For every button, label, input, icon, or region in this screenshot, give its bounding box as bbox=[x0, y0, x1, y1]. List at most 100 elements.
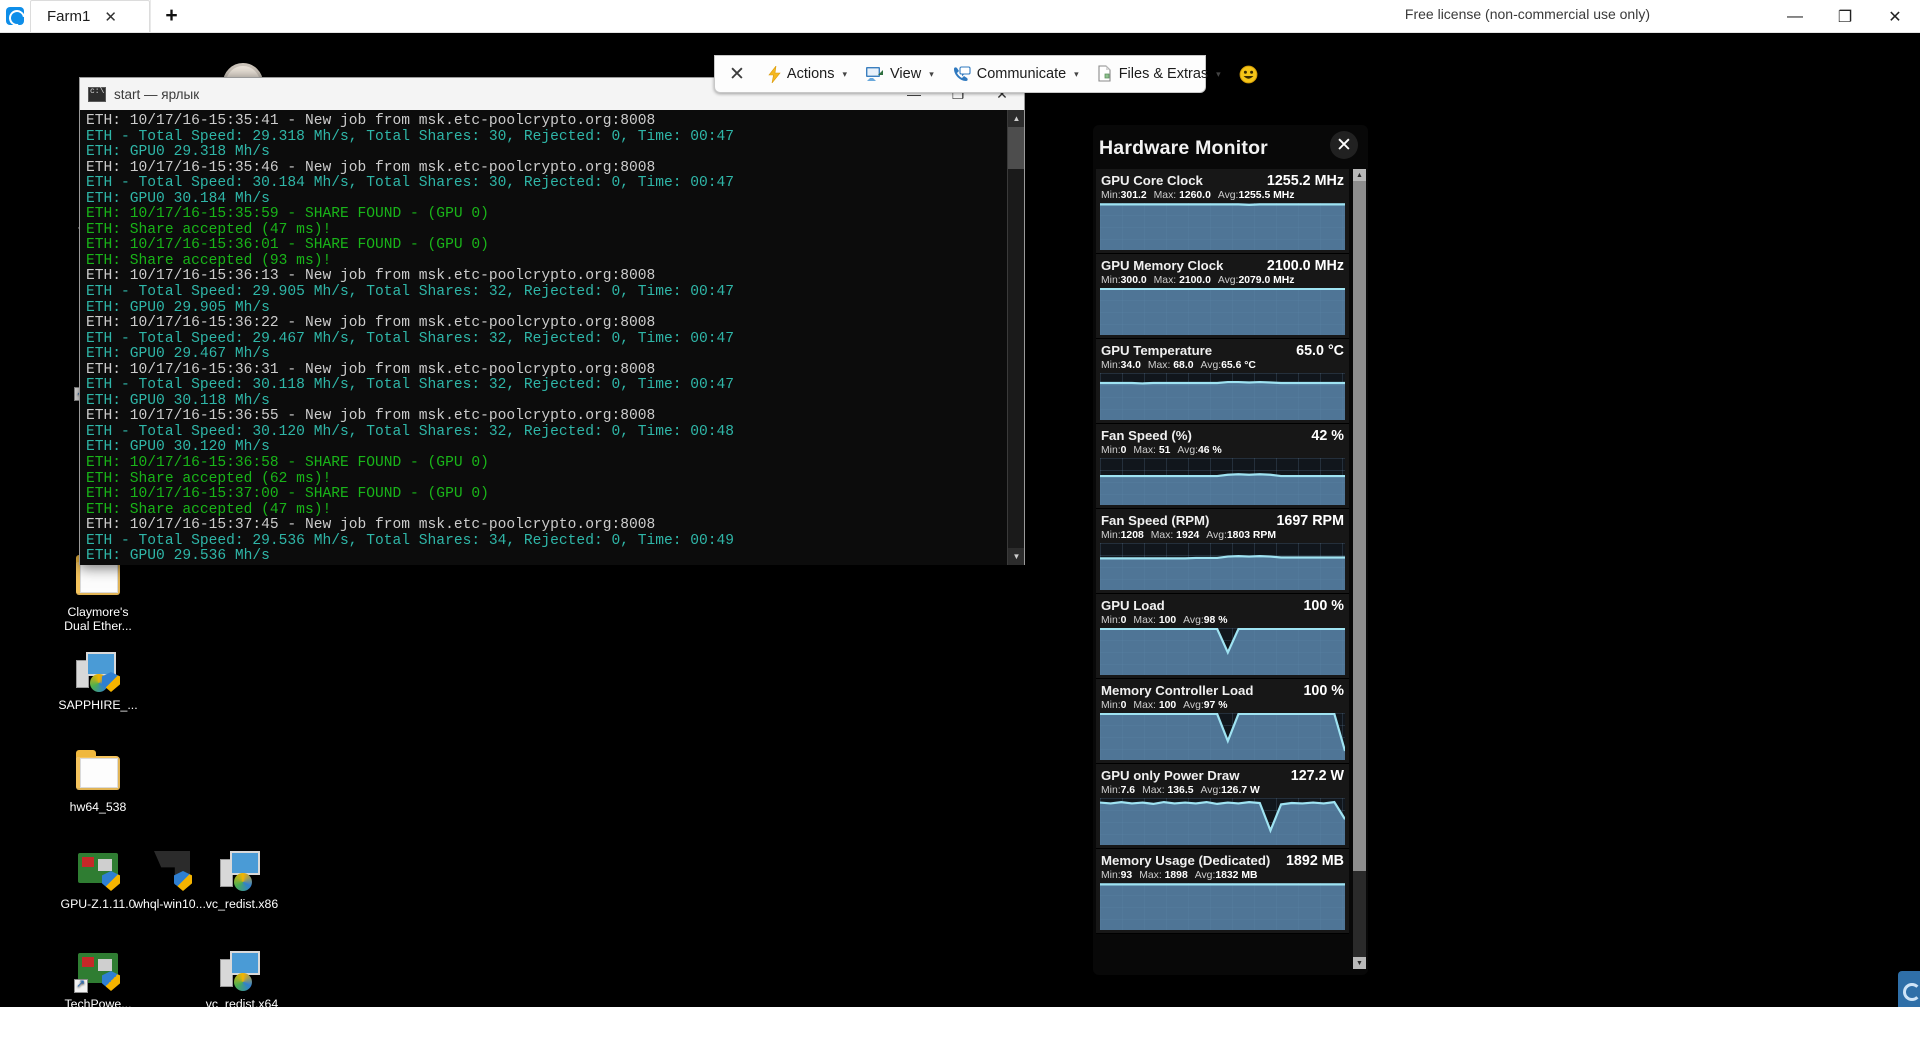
sensor-max: Max: 2100.0 bbox=[1153, 275, 1211, 286]
phone-chat-icon bbox=[953, 65, 971, 81]
teamviewer-side-tab[interactable] bbox=[1898, 971, 1920, 1007]
sensor-header: GPU Load 100 % bbox=[1096, 594, 1349, 614]
toolbar-actions-label: Actions bbox=[786, 66, 835, 82]
console-scroll-up-icon[interactable]: ▲ bbox=[1008, 110, 1024, 127]
sensor-item[interactable]: GPU Load 100 % Min:0 Max: 100 Avg:98 % bbox=[1096, 594, 1349, 679]
sensor-value: 2100.0 MHz bbox=[1266, 258, 1344, 274]
sensor-item[interactable]: GPU Temperature 65.0 °C Min:34.0 Max: 68.0 A… bbox=[1096, 339, 1349, 424]
sensor-value: 100 % bbox=[1303, 598, 1344, 614]
file-puzzle-icon bbox=[1098, 65, 1111, 82]
console-log-line: ETH - Total Speed: 29.905 Mh/s, Total Sh… bbox=[86, 284, 735, 301]
remote-desktop-area[interactable]: Team... staap Team Claymore'sDual Ether.… bbox=[0, 33, 1920, 1007]
desktop-icon[interactable]: TechPowe...GPU-Z bbox=[52, 945, 144, 1007]
desktop-icon-label: SAPPHIRE_... bbox=[58, 698, 138, 712]
hwmon-scroll-up-icon[interactable]: ▲ bbox=[1353, 169, 1366, 181]
new-session-tab-button[interactable]: + bbox=[150, 0, 192, 32]
console-scrollbar[interactable]: ▲ ▼ bbox=[1007, 110, 1024, 565]
lightning-bolt-icon bbox=[768, 65, 781, 83]
sensor-max: Max: 1898 bbox=[1139, 870, 1188, 881]
teamviewer-titlebar: Farm1 ✕ + Free license (non-commercial u… bbox=[0, 0, 1920, 33]
teamviewer-session-toolbar[interactable]: ✕ Actions ▾ View ▾ Communicate ▾ Files &… bbox=[714, 55, 1258, 93]
folder-icon bbox=[74, 748, 122, 796]
sensor-item[interactable]: GPU Memory Clock 2100.0 MHz Min:300.0 Max: … bbox=[1096, 254, 1349, 339]
sensor-item[interactable]: Fan Speed (RPM) 1697 RPM Min:1208 Max: 1924… bbox=[1096, 509, 1349, 594]
sensor-min: Min:93 bbox=[1101, 870, 1133, 881]
hardware-monitor-close-icon[interactable]: ✕ bbox=[1330, 131, 1358, 159]
hwmon-scroll-down-icon[interactable]: ▼ bbox=[1353, 957, 1366, 969]
sensor-avg: Avg:1832 MB bbox=[1194, 870, 1258, 881]
sensor-header: GPU only Power Draw 127.2 W bbox=[1096, 764, 1349, 784]
minimize-button[interactable]: — bbox=[1770, 0, 1820, 33]
sensor-item[interactable]: Memory Controller Load 100 % Min:0 Max: 100… bbox=[1096, 679, 1349, 764]
sensor-graph-svg bbox=[1100, 883, 1345, 930]
sensor-min: Min:0 bbox=[1101, 700, 1127, 711]
desktop-icon-label: vc_redist.x86 bbox=[205, 897, 279, 911]
toolbar-communicate-label: Communicate bbox=[976, 66, 1067, 82]
console-log-line: ETH: 10/17/16-15:36:22 - New job from ms… bbox=[86, 315, 656, 332]
toolbar-smiley-button[interactable] bbox=[1230, 56, 1267, 92]
command-prompt-window[interactable]: start — ярлык — ❐ ✕ ETH: 10/17/16-15:35:… bbox=[79, 77, 1025, 565]
session-tab-farm1[interactable]: Farm1 ✕ bbox=[30, 0, 150, 32]
sensor-header: GPU Core Clock 1255.2 MHz bbox=[1096, 169, 1349, 189]
sensor-value: 42 % bbox=[1311, 428, 1344, 444]
redist-icon bbox=[218, 945, 266, 993]
sensor-item[interactable]: Memory Usage (Dedicated) 1892 MB Min:93 Max… bbox=[1096, 849, 1349, 934]
maximize-button[interactable]: ❐ bbox=[1820, 0, 1870, 33]
console-log-line: ETH: GPU0 29.467 Mh/s bbox=[86, 346, 270, 363]
sensor-graph-svg bbox=[1100, 628, 1345, 675]
console-log-line: ETH: GPU0 29.318 Mh/s bbox=[86, 144, 270, 161]
hwmon-scroll-thumb[interactable] bbox=[1353, 181, 1366, 871]
sensor-name: Fan Speed (%) bbox=[1101, 428, 1192, 443]
chevron-down-icon: ▾ bbox=[929, 68, 934, 79]
console-log-line: ETH: 10/17/16-15:37:45 - New job from ms… bbox=[86, 517, 656, 534]
desktop-icon[interactable]: hw64_538 bbox=[52, 748, 144, 814]
console-log-line: ETH: 10/17/16-15:35:59 - SHARE FOUND - (… bbox=[86, 206, 489, 223]
desktop-icon[interactable]: Claymore's Dual Ether... bbox=[52, 553, 144, 633]
sensor-value: 100 % bbox=[1303, 683, 1344, 699]
console-scroll-down-icon[interactable]: ▼ bbox=[1008, 548, 1024, 565]
sensor-value: 127.2 W bbox=[1290, 768, 1344, 784]
console-app-icon bbox=[88, 86, 106, 102]
desktop-icon[interactable]: vc_redist.x86 bbox=[196, 845, 288, 911]
toolbar-files-extras-menu[interactable]: Files & Extras ▾ bbox=[1088, 56, 1230, 92]
sensor-name: Memory Usage (Dedicated) bbox=[1101, 853, 1271, 868]
remote-screen[interactable]: Team... staap Team Claymore'sDual Ether.… bbox=[0, 33, 1822, 1007]
session-tab-close-icon[interactable]: ✕ bbox=[104, 8, 117, 26]
sensor-item[interactable]: Fan Speed (%) 42 % Min:0 Max: 51 Avg:46 % bbox=[1096, 424, 1349, 509]
sensor-list[interactable]: GPU Core Clock 1255.2 MHz Min:301.2 Max: 12… bbox=[1096, 169, 1366, 969]
hardware-monitor-panel[interactable]: Hardware Monitor ✕ GPU Core Clock 1255.2 … bbox=[1093, 125, 1368, 975]
sensor-graph-svg bbox=[1100, 458, 1345, 505]
desktop-icon-label: TechPowe...GPU-Z bbox=[64, 997, 132, 1007]
sensor-value: 65.0 °C bbox=[1296, 343, 1344, 359]
toolbar-view-menu[interactable]: View ▾ bbox=[856, 56, 943, 92]
console-output-area[interactable]: ETH: 10/17/16-15:35:41 - New job from ms… bbox=[80, 110, 1024, 565]
console-log-line: ETH: Share accepted (93 ms)! bbox=[86, 252, 332, 269]
license-notice: Free license (non-commercial use only) bbox=[1404, 6, 1650, 22]
sensor-item[interactable]: GPU Core Clock 1255.2 MHz Min:301.2 Max: 12… bbox=[1096, 169, 1349, 254]
desktop-icon[interactable]: SAPPHIRE_... bbox=[52, 646, 144, 712]
smiley-icon bbox=[1239, 65, 1258, 83]
close-button[interactable]: ✕ bbox=[1870, 0, 1920, 33]
sensor-name: GPU Memory Clock bbox=[1101, 258, 1224, 273]
sensor-item[interactable]: GPU only Power Draw 127.2 W Min:7.6 Max: 13… bbox=[1096, 764, 1349, 849]
sensor-stats: Min:301.2 Max: 1260.0 Avg:1255.5 MHz bbox=[1096, 189, 1349, 203]
console-log-line: ETH: 10/17/16-15:36:13 - New job from ms… bbox=[86, 268, 656, 285]
sensor-avg: Avg:2079.0 MHz bbox=[1217, 275, 1295, 286]
console-log-line: ETH - Total Speed: 30.120 Mh/s, Total Sh… bbox=[86, 423, 735, 440]
desktop-icon[interactable]: vc_redist.x64 bbox=[196, 945, 288, 1007]
console-log-line: ETH: 10/17/16-15:36:58 - SHARE FOUND - (… bbox=[86, 455, 489, 472]
close-session-icon[interactable]: ✕ bbox=[715, 63, 759, 86]
sensor-min: Min:301.2 bbox=[1101, 190, 1147, 201]
sensor-avg: Avg:65.6 °C bbox=[1200, 360, 1256, 371]
toolbar-actions-menu[interactable]: Actions ▾ bbox=[759, 56, 856, 92]
toolbar-communicate-menu[interactable]: Communicate ▾ bbox=[943, 56, 1088, 92]
sensor-graph bbox=[1100, 203, 1345, 250]
sensor-graph-svg bbox=[1100, 543, 1345, 590]
sensor-min: Min:34.0 bbox=[1101, 360, 1141, 371]
console-log-line: ETH: GPU0 30.118 Mh/s bbox=[86, 392, 270, 409]
sensor-avg: Avg:1255.5 MHz bbox=[1217, 190, 1295, 201]
chevron-down-icon: ▾ bbox=[1216, 68, 1221, 79]
console-scroll-thumb[interactable] bbox=[1008, 127, 1024, 169]
sensor-stats: Min:300.0 Max: 2100.0 Avg:2079.0 MHz bbox=[1096, 274, 1349, 288]
hardware-monitor-scrollbar[interactable]: ▲ ▼ bbox=[1353, 169, 1366, 969]
